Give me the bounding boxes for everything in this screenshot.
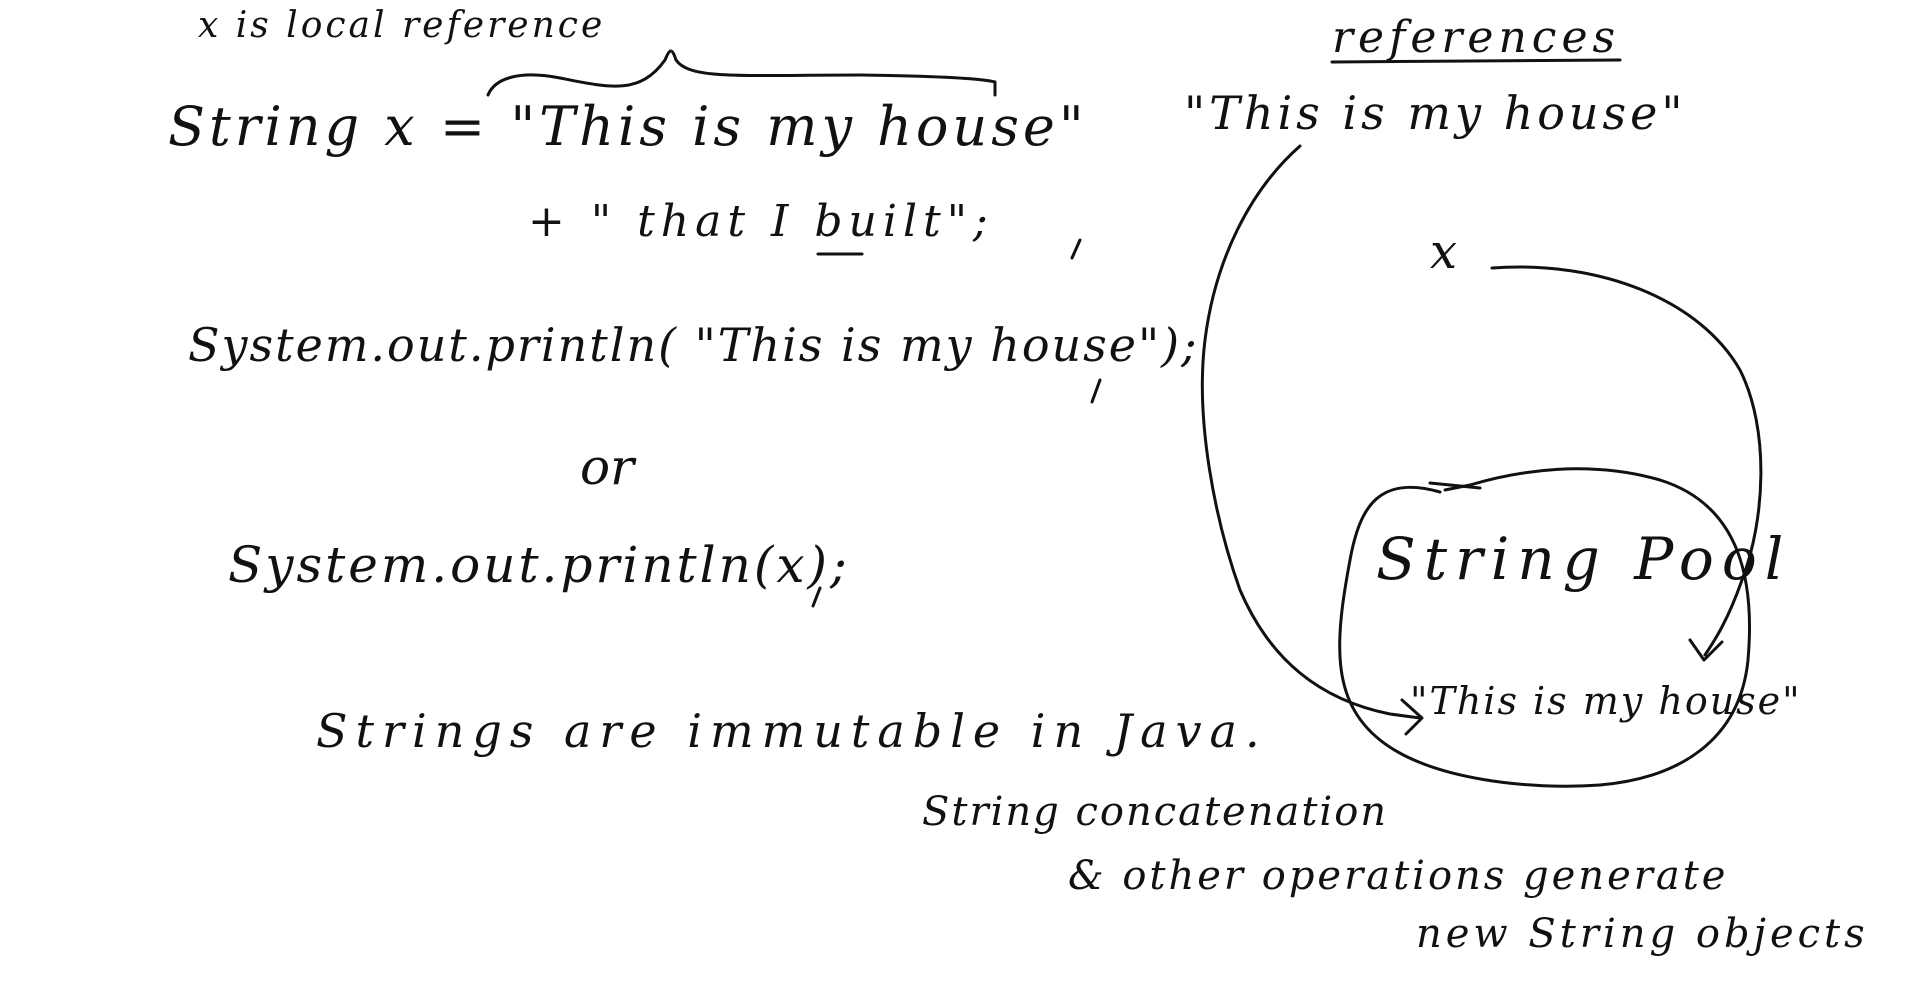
x-reference-arrowhead: [1688, 638, 1724, 662]
reference-literal: "This is my house": [1184, 86, 1687, 140]
or-label: or: [580, 438, 635, 496]
code-println-variable: System.out.println(x);: [228, 536, 850, 594]
whiteboard: x is local reference String x = "This is…: [0, 0, 1920, 986]
string-pool-circle: [1338, 467, 1752, 788]
reference-x: x: [1430, 224, 1458, 280]
code-concatenation: + " that I built";: [528, 196, 994, 247]
local-reference-note: x is local reference: [198, 5, 606, 46]
literal-reference-arrow: [1200, 144, 1422, 720]
concatenation-note-line1: String concatenation: [922, 789, 1389, 835]
local-reference-brace: [486, 49, 997, 97]
semicolon-tail-1: [1070, 238, 1082, 260]
string-pool-entry: "This is my house": [1410, 679, 1802, 723]
concatenation-note-line3: new String objects: [1416, 911, 1869, 957]
concatenation-note-line2: & other operations generate: [1068, 853, 1729, 899]
references-title: references: [1332, 12, 1621, 63]
code-string-declaration: String x = "This is my house": [168, 95, 1088, 158]
x-reference-arrow: [1490, 265, 1763, 657]
string-pool-title: String Pool: [1376, 525, 1792, 593]
semicolon-tail-2: [1090, 378, 1102, 404]
immutable-statement: Strings are immutable in Java.: [316, 704, 1268, 758]
code-println-literal: System.out.println( "This is my house");: [188, 318, 1199, 372]
